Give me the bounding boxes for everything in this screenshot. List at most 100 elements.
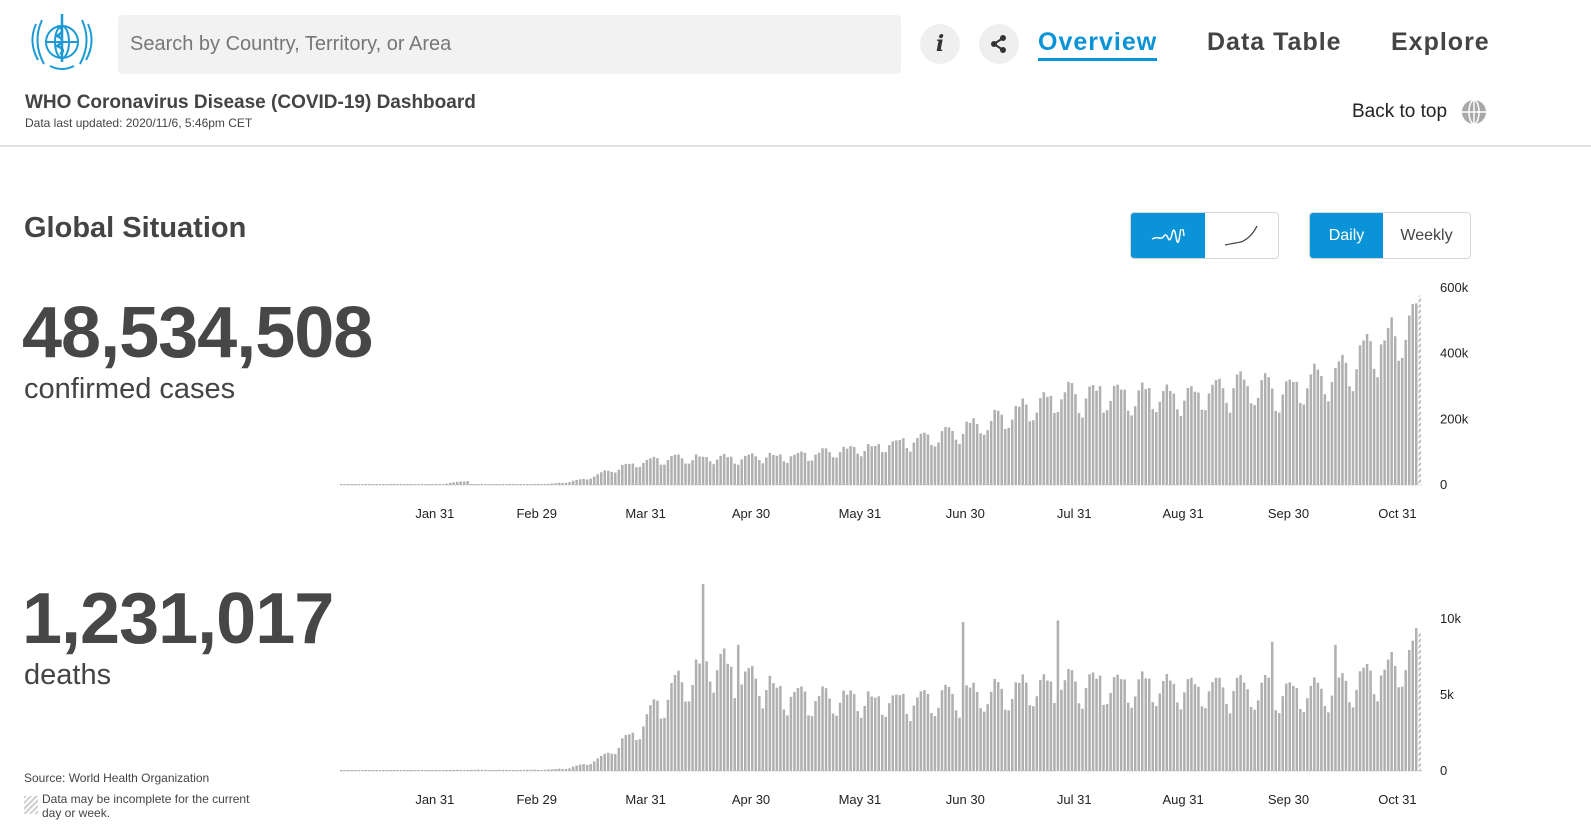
bar[interactable]: [958, 443, 961, 485]
bar[interactable]: [670, 456, 673, 485]
bar[interactable]: [1288, 379, 1292, 485]
bar[interactable]: [466, 770, 469, 771]
bar[interactable]: [888, 445, 891, 485]
bar[interactable]: [357, 770, 361, 771]
bar[interactable]: [1355, 689, 1358, 771]
bar[interactable]: [340, 484, 343, 485]
bar[interactable]: [786, 462, 789, 485]
bar[interactable]: [1232, 690, 1235, 771]
bar[interactable]: [1105, 410, 1109, 485]
bar[interactable]: [789, 696, 793, 771]
bar[interactable]: [1414, 628, 1418, 771]
bar[interactable]: [1249, 706, 1253, 771]
bar[interactable]: [1411, 640, 1414, 771]
bar[interactable]: [909, 721, 912, 771]
bar[interactable]: [1010, 699, 1014, 771]
bar[interactable]: [1183, 400, 1186, 485]
bar[interactable]: [1232, 388, 1235, 485]
bar[interactable]: [1056, 412, 1060, 485]
bar[interactable]: [417, 484, 420, 485]
bar[interactable]: [761, 708, 765, 771]
bar[interactable]: [1207, 691, 1211, 771]
bar[interactable]: [1158, 693, 1162, 771]
bar[interactable]: [1084, 688, 1088, 771]
bar[interactable]: [1397, 687, 1400, 771]
bar[interactable]: [687, 701, 691, 771]
bar[interactable]: [498, 484, 501, 485]
back-to-top-link[interactable]: Back to top: [1352, 99, 1487, 125]
bar[interactable]: [712, 692, 715, 771]
bar[interactable]: [1407, 315, 1411, 485]
bar[interactable]: [715, 459, 719, 485]
bar[interactable]: [505, 769, 508, 771]
bar[interactable]: [1165, 384, 1169, 485]
bar[interactable]: [1147, 388, 1151, 485]
bar[interactable]: [1032, 420, 1035, 485]
bar[interactable]: [1404, 670, 1407, 771]
bar[interactable]: [427, 484, 431, 485]
bar[interactable]: [1383, 340, 1386, 485]
bar[interactable]: [340, 770, 343, 771]
bar[interactable]: [1323, 394, 1327, 485]
bar[interactable]: [807, 460, 810, 485]
bar[interactable]: [462, 770, 466, 771]
bar[interactable]: [512, 770, 515, 771]
bar[interactable]: [431, 770, 434, 771]
bar[interactable]: [1197, 686, 1200, 771]
bar[interactable]: [1049, 395, 1053, 485]
bar[interactable]: [1292, 685, 1295, 771]
bar[interactable]: [919, 691, 923, 771]
bar[interactable]: [459, 769, 462, 771]
bar[interactable]: [807, 715, 810, 771]
bar[interactable]: [477, 484, 480, 485]
bar[interactable]: [1169, 680, 1172, 771]
bar[interactable]: [592, 761, 596, 771]
bar[interactable]: [895, 440, 898, 485]
bar[interactable]: [1109, 692, 1112, 771]
bar[interactable]: [884, 452, 888, 485]
bar[interactable]: [1246, 689, 1249, 771]
bar[interactable]: [1337, 677, 1341, 771]
bar[interactable]: [1393, 665, 1397, 771]
bar[interactable]: [902, 438, 905, 485]
bar[interactable]: [1376, 701, 1379, 771]
bar[interactable]: [989, 691, 993, 771]
bar[interactable]: [743, 455, 747, 485]
bar[interactable]: [1172, 393, 1176, 485]
bar[interactable]: [656, 700, 659, 771]
bar[interactable]: [852, 694, 856, 771]
bar[interactable]: [1098, 675, 1102, 771]
bar[interactable]: [501, 484, 505, 485]
bar[interactable]: [1330, 695, 1334, 771]
bar[interactable]: [863, 451, 866, 485]
bar[interactable]: [1067, 381, 1070, 485]
bar[interactable]: [1025, 682, 1028, 771]
bar[interactable]: [933, 446, 937, 485]
bar[interactable]: [958, 717, 961, 771]
bar[interactable]: [961, 622, 965, 771]
bar[interactable]: [505, 484, 508, 485]
bar[interactable]: [733, 463, 736, 485]
bar[interactable]: [441, 770, 445, 771]
bar[interactable]: [1014, 682, 1018, 771]
bar[interactable]: [649, 705, 652, 771]
bar[interactable]: [1021, 398, 1025, 485]
nav-explore[interactable]: Explore: [1391, 28, 1490, 57]
bar[interactable]: [793, 454, 796, 485]
bar[interactable]: [909, 451, 912, 485]
bar[interactable]: [550, 483, 554, 485]
bar[interactable]: [1165, 674, 1169, 771]
bar[interactable]: [680, 682, 684, 771]
bar[interactable]: [1070, 670, 1074, 771]
bar[interactable]: [779, 685, 782, 771]
bar[interactable]: [1281, 696, 1285, 771]
bar[interactable]: [512, 484, 515, 485]
bar[interactable]: [1225, 703, 1228, 771]
bar[interactable]: [484, 769, 487, 771]
bar[interactable]: [1193, 391, 1197, 485]
bar[interactable]: [1081, 417, 1084, 485]
bar[interactable]: [1063, 392, 1067, 485]
bar[interactable]: [1007, 427, 1010, 485]
bar[interactable]: [1327, 712, 1330, 771]
nav-data-table[interactable]: Data Table: [1207, 28, 1342, 57]
